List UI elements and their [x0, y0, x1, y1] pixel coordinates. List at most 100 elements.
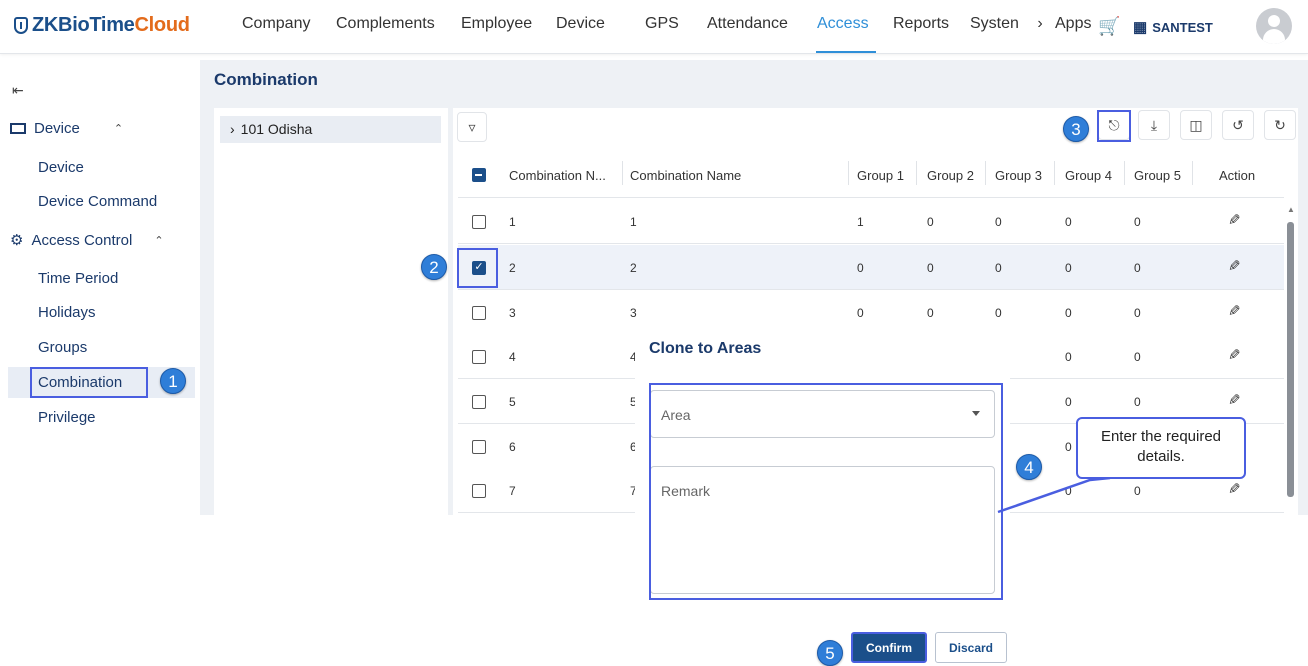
column-header[interactable]: Group 4 — [1065, 168, 1112, 183]
refresh-button[interactable]: ↻ — [1264, 110, 1296, 140]
nav-access[interactable]: Access — [817, 15, 893, 33]
page-title: Combination — [214, 70, 318, 89]
edit-pencil-icon[interactable]: ✎ — [1228, 391, 1241, 409]
step-badge-4: 4 — [1016, 454, 1042, 480]
column-header[interactable]: Group 5 — [1134, 168, 1181, 183]
columns-button[interactable]: ◫ — [1180, 110, 1212, 140]
active-tab-underline — [816, 51, 876, 53]
column-divider[interactable] — [1054, 161, 1055, 185]
column-header[interactable]: Group 1 — [857, 168, 904, 183]
column-header[interactable]: Group 3 — [995, 168, 1042, 183]
select-all-checkbox[interactable] — [472, 168, 486, 182]
column-header: Action — [1219, 168, 1256, 183]
sidebar-group-label: Access Control — [31, 231, 133, 249]
column-divider[interactable] — [848, 161, 849, 185]
table-cell: 6 — [509, 440, 516, 454]
sidebar-group-label: Device — [34, 120, 80, 137]
cart-icon[interactable]: 🛒 — [1098, 16, 1120, 37]
table-cell: 0 — [1065, 484, 1072, 498]
table-cell: 0 — [1065, 395, 1072, 409]
column-divider[interactable] — [622, 161, 623, 185]
sidebar-item-device[interactable]: Device — [38, 159, 84, 176]
edit-pencil-icon[interactable]: ✎ — [1228, 480, 1241, 498]
nav-company[interactable]: Company — [242, 15, 336, 33]
edit-pencil-icon[interactable]: ✎ — [1228, 346, 1241, 364]
sidebar-group-access-control[interactable]: ⚙ Access Control ⌃ — [10, 231, 164, 250]
table-cell: 2 — [630, 261, 637, 275]
app-logo[interactable]: ZKBioTime Cloud — [14, 14, 190, 37]
table-cell: 0 — [995, 306, 1002, 320]
company-selector[interactable]: ▦ SANTEST — [1133, 18, 1213, 36]
table-row[interactable] — [458, 245, 1284, 290]
nav-employee[interactable]: Employee — [461, 15, 556, 33]
gear-icon: ⚙ — [10, 232, 24, 249]
sidebar-group-device[interactable]: Device ⌃ — [10, 120, 123, 137]
column-divider[interactable] — [985, 161, 986, 185]
row-checkbox[interactable] — [472, 484, 486, 498]
annotation-highlight-box — [1097, 110, 1131, 142]
column-divider[interactable] — [916, 161, 917, 185]
nav-apps[interactable]: Apps — [1055, 15, 1100, 33]
column-divider[interactable] — [1124, 161, 1125, 185]
table-cell: 3 — [630, 306, 637, 320]
annotation-highlight-box — [649, 383, 1003, 600]
column-divider[interactable] — [1192, 161, 1193, 185]
table-cell: 7 — [509, 484, 516, 498]
table-cell: 5 — [509, 395, 516, 409]
sidebar-collapse-icon[interactable]: ⇤ — [12, 82, 24, 99]
column-header[interactable]: Group 2 — [927, 168, 974, 183]
sidebar-item-privilege[interactable]: Privilege — [38, 409, 96, 426]
step-badge-2: 2 — [421, 254, 447, 280]
step-badge-1: 1 — [160, 368, 186, 394]
table-cell: 0 — [1065, 350, 1072, 364]
shield-icon — [14, 17, 28, 34]
nav-attendance[interactable]: Attendance — [707, 15, 817, 33]
tree-node[interactable]: › 101 Odisha — [220, 116, 441, 143]
export-button[interactable]: ⤓ — [1138, 110, 1170, 140]
scroll-up-icon[interactable]: ▲ — [1287, 205, 1295, 214]
history-icon: ↺ — [1232, 116, 1244, 133]
nav-gps[interactable]: GPS — [645, 15, 707, 33]
table-row[interactable] — [458, 199, 1284, 244]
table-cell: 1 — [630, 215, 637, 229]
nav-more-chevron-icon[interactable]: › — [1025, 15, 1055, 33]
discard-button[interactable]: Discard — [935, 632, 1007, 663]
nav-device[interactable]: Device — [556, 15, 645, 33]
download-icon: ⤓ — [1150, 116, 1158, 133]
history-button[interactable]: ↺ — [1222, 110, 1254, 140]
edit-pencil-icon[interactable]: ✎ — [1228, 302, 1241, 320]
table-cell: 0 — [1134, 306, 1141, 320]
table-cell: 0 — [927, 261, 934, 275]
top-navbar: ZKBioTime Cloud Company Complements Emplo… — [0, 0, 1308, 54]
row-checkbox[interactable] — [472, 440, 486, 454]
chevron-up-icon: ⌃ — [154, 234, 164, 247]
user-avatar[interactable] — [1256, 8, 1292, 44]
row-checkbox[interactable] — [472, 350, 486, 364]
table-cell: 0 — [995, 261, 1002, 275]
sidebar-item-holidays[interactable]: Holidays — [38, 304, 96, 321]
sidebar-item-time-period[interactable]: Time Period — [38, 270, 118, 287]
row-checkbox[interactable] — [472, 395, 486, 409]
edit-pencil-icon[interactable]: ✎ — [1228, 257, 1241, 275]
instruction-callout: Enter the required details. — [1076, 417, 1246, 479]
sidebar-item-device-command[interactable]: Device Command — [38, 193, 157, 210]
row-checkbox[interactable] — [472, 306, 486, 320]
edit-pencil-icon[interactable]: ✎ — [1228, 211, 1241, 229]
filter-button[interactable]: ▿ — [457, 112, 487, 142]
step-badge-3: 3 — [1063, 116, 1089, 142]
table-cell: 1 — [857, 215, 864, 229]
column-header[interactable]: Combination N... — [509, 168, 606, 183]
row-checkbox[interactable] — [472, 215, 486, 229]
table-cell: 0 — [1065, 261, 1072, 275]
column-header[interactable]: Combination Name — [630, 168, 741, 183]
nav-reports[interactable]: Reports — [893, 15, 970, 33]
nav-system[interactable]: Systen — [970, 15, 1025, 33]
table-scrollbar[interactable] — [1287, 222, 1294, 497]
confirm-button[interactable]: Confirm — [851, 632, 927, 663]
sidebar-item-groups[interactable]: Groups — [38, 339, 87, 356]
table-cell: 3 — [509, 306, 516, 320]
logo-text-secondary: Cloud — [134, 14, 190, 36]
table-cell: 0 — [857, 261, 864, 275]
table-cell: 0 — [1134, 395, 1141, 409]
nav-complements[interactable]: Complements — [336, 15, 461, 33]
